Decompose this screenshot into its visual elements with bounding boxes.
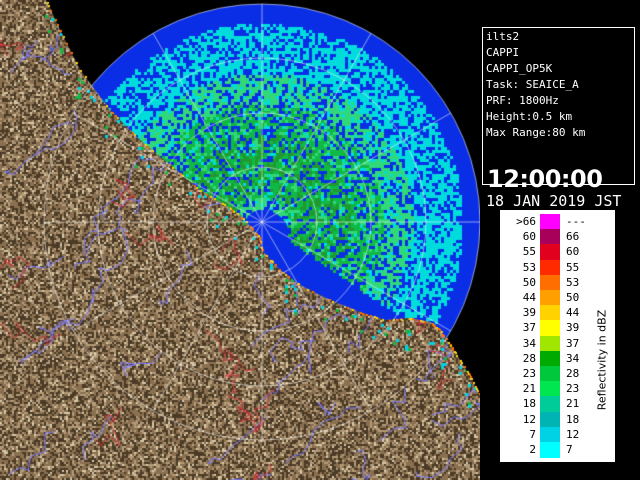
- legend-color-swatch: [540, 320, 560, 337]
- legend-color-swatch: [540, 305, 560, 322]
- legend-low-value: 21: [522, 382, 536, 396]
- radar-map[interactable]: [0, 0, 480, 480]
- legend-high-value: 66: [566, 230, 580, 244]
- legend-low-value: 7: [529, 427, 536, 441]
- legend-title: Reflectivity in dBZ: [592, 260, 612, 460]
- legend-color-swatch: [540, 244, 560, 261]
- observation-time: 12:00:00: [487, 165, 603, 193]
- legend-low-value: 37: [522, 321, 536, 335]
- max-range-line: Max Range:80 km: [486, 126, 586, 139]
- legend-color-swatch: [540, 290, 560, 306]
- legend-row: 55 60: [500, 244, 615, 261]
- legend-high-value: ---: [566, 215, 586, 228]
- info-panel: ilts2 CAPPI CAPPI_OP5K Task: SEAICE_A PR…: [480, 0, 640, 480]
- reflectivity-legend: >66 --- 60 66 55 60 53 55 50 53 44 50 39 44 37 39 34 37 28…: [500, 210, 615, 462]
- legend-color-swatch: [540, 426, 560, 443]
- legend-row: 60 66: [500, 229, 615, 246]
- product-name: CAPPI: [486, 46, 520, 59]
- legend-color-swatch: [540, 442, 560, 458]
- site-name: ilts2: [486, 30, 520, 43]
- radar-info-box: ilts2 CAPPI CAPPI_OP5K Task: SEAICE_A PR…: [482, 27, 635, 210]
- product-code: CAPPI_OP5K: [486, 62, 553, 75]
- legend-color-swatch: [540, 229, 560, 246]
- legend-low-value: 39: [522, 306, 536, 320]
- legend-low-value: 44: [522, 291, 536, 304]
- observation-date: 18 JAN 2019 JST: [486, 192, 622, 210]
- legend-low-value: 2: [529, 443, 536, 456]
- legend-color-swatch: [540, 381, 560, 398]
- height-line: Height:0.5 km: [486, 110, 573, 123]
- legend-high-value: 60: [566, 245, 580, 259]
- legend-low-value: 18: [522, 397, 536, 411]
- legend-color-swatch: [540, 350, 560, 367]
- legend-low-value: >66: [516, 215, 536, 228]
- legend-color-swatch: [540, 335, 560, 352]
- legend-low-value: 12: [522, 412, 536, 426]
- legend-low-value: 23: [522, 367, 536, 380]
- legend-color-swatch: [540, 259, 560, 276]
- legend-title-text: Reflectivity in dBZ: [595, 309, 609, 411]
- legend-low-value: 55: [522, 245, 536, 259]
- legend-row: >66 ---: [500, 214, 615, 230]
- legend-color-swatch: [540, 274, 560, 291]
- prf-line: PRF: 1800Hz: [486, 94, 559, 107]
- legend-color-swatch: [540, 396, 560, 413]
- legend-color-swatch: [540, 214, 560, 230]
- legend-color-swatch: [540, 366, 560, 382]
- legend-color-swatch: [540, 411, 560, 428]
- legend-low-value: 34: [522, 336, 536, 350]
- legend-low-value: 28: [522, 351, 536, 365]
- legend-low-value: 60: [522, 230, 536, 244]
- legend-low-value: 50: [522, 275, 536, 289]
- legend-low-value: 53: [522, 260, 536, 274]
- task-line: Task: SEAICE_A: [486, 78, 579, 91]
